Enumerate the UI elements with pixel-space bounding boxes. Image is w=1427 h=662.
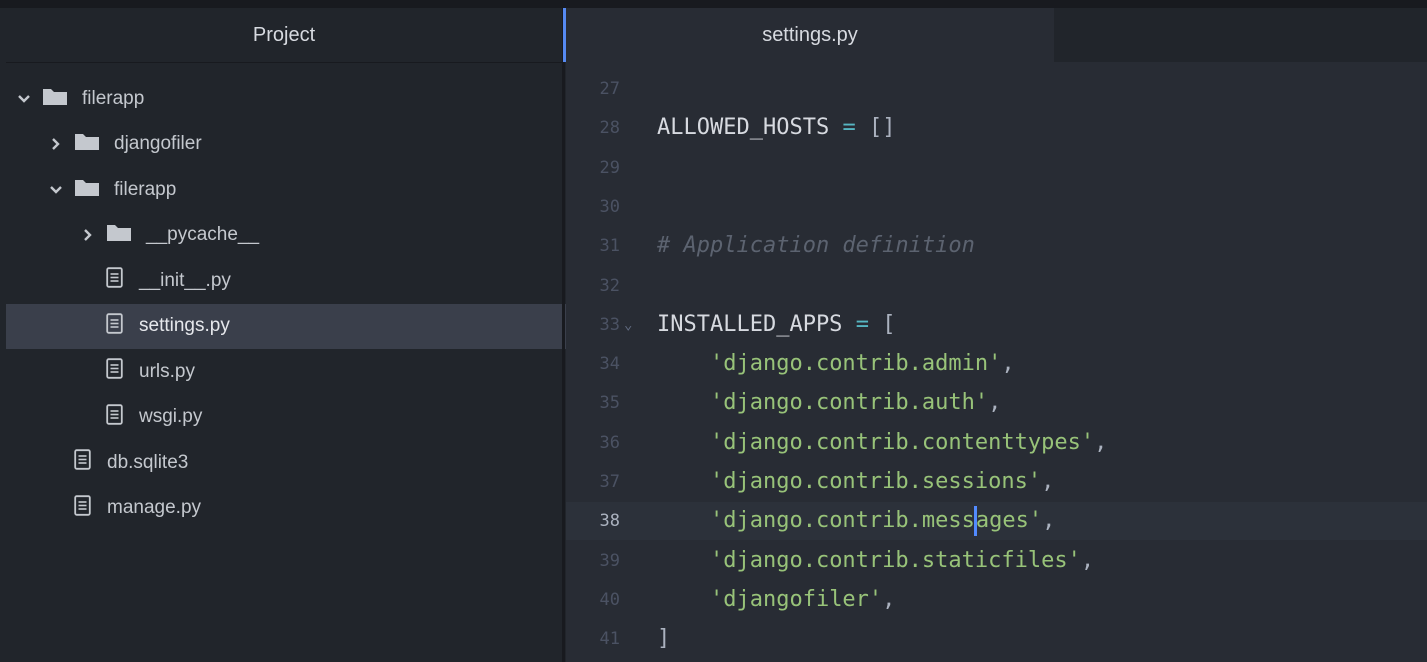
editor-window: Project filerapp djangofiler filerapp __pyc… — [0, 0, 1427, 662]
code-text: # Application definition — [657, 233, 975, 259]
line-number: 28 — [599, 118, 620, 139]
tree-item-label: settings.py — [139, 315, 230, 336]
tree-folder[interactable]: __pycache__ — [6, 213, 634, 258]
tree-folder[interactable]: djangofiler — [6, 122, 602, 167]
code-line[interactable]: 36 'django.contrib.contenttypes', — [566, 424, 1427, 462]
line-number: 37 — [599, 472, 620, 492]
line-number: 32 — [599, 275, 620, 296]
line-number: 40 — [599, 589, 620, 610]
panel-divider[interactable] — [562, 0, 565, 662]
folder-icon — [74, 177, 100, 203]
code-line[interactable]: 37 'django.contrib.sessions', — [566, 463, 1427, 501]
code-line[interactable]: 28 ALLOWED_HOSTS = [] — [566, 109, 1427, 147]
text-cursor — [973, 506, 977, 537]
file-icon — [106, 358, 123, 385]
code-line[interactable]: 41] — [566, 620, 1427, 658]
code-text: 'django.contrib.admin', — [709, 351, 1015, 377]
file-icon — [106, 267, 123, 294]
line-number: 35 — [599, 393, 620, 414]
line-number: 33 — [599, 314, 620, 335]
code-line[interactable]: 30 — [566, 188, 1427, 226]
code-line[interactable]: 27 — [566, 70, 1427, 108]
code-text: 'django.contrib.contenttypes', — [709, 429, 1108, 455]
code-text: ALLOWED_HOSTS = [] — [657, 115, 896, 141]
code-text: 'django.contrib.staticfiles', — [709, 547, 1095, 573]
line-number: 34 — [599, 354, 620, 375]
line-number: 29 — [599, 157, 620, 178]
code-line[interactable]: 32 — [566, 267, 1427, 305]
file-icon — [74, 449, 91, 476]
line-number: 31 — [599, 236, 620, 257]
code-editor[interactable]: settings.py 27 28 ALLOWED_HOSTS = [] 29 30 31… — [566, 8, 1427, 662]
line-number: 41 — [599, 629, 620, 650]
tab-bar: settings.py — [566, 8, 1427, 62]
code-text: INSTALLED_APPS = [ — [657, 311, 896, 337]
line-number: 38 — [599, 511, 620, 532]
code-line[interactable]: 35 'django.contrib.auth', — [566, 384, 1427, 422]
tree-file[interactable]: db.sqlite3 — [6, 440, 630, 485]
tree-item-label: djangofiler — [114, 133, 202, 154]
project-sidebar: Project filerapp djangofiler filerapp __pyc… — [6, 8, 662, 662]
tree-item-label: filerapp — [82, 87, 145, 109]
tree-file[interactable]: manage.py — [6, 486, 630, 531]
tree-item-label: filerapp — [114, 178, 177, 200]
chevron-right-icon[interactable] — [78, 228, 98, 242]
chevron-down-icon[interactable] — [14, 94, 34, 104]
code-line[interactable]: 31 # Application definition — [566, 227, 1427, 265]
code-line[interactable]: 33 ⌄ INSTALLED_APPS = [ — [566, 306, 1427, 344]
tree-folder[interactable]: filerapp — [6, 76, 570, 121]
code-text: ] — [657, 626, 671, 652]
line-number: 36 — [599, 432, 620, 453]
code-text: 'djangofiler', — [709, 586, 896, 612]
tab-settings-py[interactable]: settings.py — [566, 8, 1054, 62]
folder-icon — [74, 131, 100, 157]
code-line[interactable]: 39 'django.contrib.staticfiles', — [566, 542, 1427, 580]
tree-item-label: db.sqlite3 — [107, 451, 189, 473]
code-text: 'django.contrib.sessions', — [709, 469, 1055, 494]
tree-item-label: manage.py — [107, 497, 202, 518]
folder-icon — [42, 86, 68, 112]
code-line[interactable]: 34 'django.contrib.admin', — [566, 345, 1427, 383]
file-icon — [106, 403, 123, 431]
file-icon — [106, 312, 123, 340]
fold-chevron-icon[interactable]: ⌄ — [624, 306, 632, 344]
code-line[interactable]: 40 'djangofiler', — [566, 581, 1427, 619]
file-icon — [74, 494, 91, 522]
code-text: 'django.contrib.auth', — [709, 390, 1002, 416]
window-top-strip — [0, 0, 1427, 8]
line-number: 30 — [599, 196, 620, 217]
folder-icon — [106, 222, 132, 248]
line-number: 39 — [599, 550, 620, 571]
tree-item-label: wsgi.py — [139, 406, 203, 427]
chevron-down-icon[interactable] — [46, 185, 66, 195]
code-line[interactable]: 29 — [566, 149, 1427, 187]
tree-item-label: __pycache__ — [146, 224, 260, 245]
code-line[interactable]: 38 'django.contrib.messages', — [566, 502, 1427, 541]
sidebar-title: Project — [6, 8, 562, 63]
tree-folder[interactable]: filerapp — [6, 167, 602, 212]
tree-item-label: urls.py — [139, 360, 195, 382]
chevron-right-icon[interactable] — [46, 137, 66, 151]
code-text: 'django.contrib.messages', — [657, 502, 1055, 540]
line-number: 27 — [599, 79, 620, 99]
tree-item-label: __init__.py — [139, 269, 231, 291]
